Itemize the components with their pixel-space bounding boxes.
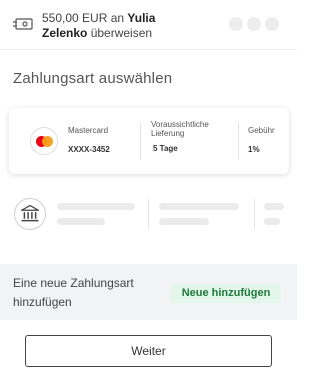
card-number: XXXX-3452 bbox=[68, 145, 110, 154]
recipient-first-name: Yulia bbox=[127, 11, 156, 25]
divider bbox=[140, 122, 141, 160]
transfer-amount: 550,00 EUR bbox=[42, 11, 108, 25]
fee-label: Gebühr bbox=[248, 126, 275, 135]
add-payment-method-text: Eine neue Zahlungsart hinzufügen bbox=[13, 276, 134, 309]
banknote-icon bbox=[13, 18, 33, 30]
dot bbox=[265, 17, 279, 31]
page-title: Zahlungsart auswählen bbox=[13, 70, 173, 87]
bank-icon bbox=[14, 198, 46, 230]
skeleton-line bbox=[57, 218, 105, 225]
mastercard-icon bbox=[30, 127, 58, 155]
payment-method-bank[interactable] bbox=[0, 194, 297, 236]
recipient-last-name: Zelenko bbox=[42, 26, 88, 40]
card-brand: Mastercard bbox=[68, 126, 109, 135]
delivery-label: Voraussichtliche Lieferung bbox=[151, 120, 209, 138]
add-payment-method-section: Eine neue Zahlungsart hinzufügen Neue hi… bbox=[0, 264, 297, 320]
divider bbox=[254, 199, 255, 229]
divider bbox=[148, 199, 149, 229]
transfer-connector: an bbox=[110, 11, 125, 25]
skeleton-line bbox=[159, 218, 209, 225]
skeleton-line bbox=[264, 203, 284, 210]
continue-button[interactable]: Weiter bbox=[25, 335, 272, 367]
loading-dots bbox=[229, 17, 279, 31]
skeleton-line bbox=[264, 218, 280, 225]
transfer-action: überweisen bbox=[90, 26, 153, 40]
dot bbox=[229, 17, 243, 31]
fee-value: 1% bbox=[248, 145, 260, 154]
skeleton-line bbox=[57, 203, 135, 210]
divider bbox=[238, 122, 239, 160]
delivery-value: 5 Tage bbox=[153, 144, 178, 153]
transfer-header: 550,00 EUR an Yulia Zelenko überweisen bbox=[0, 0, 297, 50]
payment-method-card-mastercard[interactable]: Mastercard XXXX-3452 Voraussichtliche Li… bbox=[9, 108, 289, 174]
dot bbox=[247, 17, 261, 31]
skeleton-line bbox=[159, 203, 239, 210]
add-new-method-button[interactable]: Neue hinzufügen bbox=[171, 284, 281, 303]
transfer-summary: 550,00 EUR an Yulia Zelenko überweisen bbox=[42, 11, 222, 41]
